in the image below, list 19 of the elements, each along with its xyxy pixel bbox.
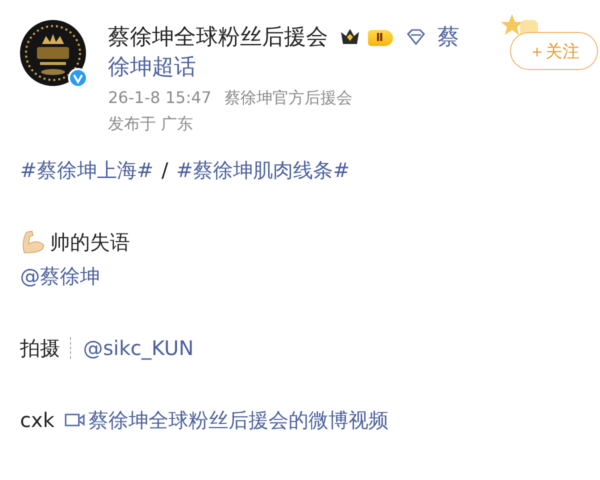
post-source: 蔡徐坤官方后援会 (224, 88, 353, 107)
credit-label: 拍摄 (20, 335, 60, 362)
mention-link[interactable]: @sikc_KUN (83, 333, 194, 363)
video-label: cxk (20, 407, 54, 434)
post-location: 发布于 广东 (108, 113, 194, 135)
video-link[interactable]: 蔡徐坤全球粉丝后援会的微博视频 (88, 405, 388, 435)
hashtag-link[interactable]: #蔡徐坤肌肉线条# (176, 155, 350, 185)
topic-link[interactable]: 徐坤超话 (108, 55, 196, 80)
mention-link[interactable]: @蔡徐坤 (20, 261, 100, 291)
diamond-icon (406, 29, 426, 45)
post-time: 26-1-8 15:47 (108, 88, 212, 107)
separator-text: / (162, 157, 168, 184)
hashtag-link[interactable]: #蔡徐坤上海# (20, 155, 154, 185)
flexed-arm-icon (20, 229, 46, 255)
caption-text: 帅的失语 (50, 229, 130, 256)
video-icon (64, 411, 86, 429)
level-badge: Ⅱ (368, 30, 394, 46)
author-name[interactable]: 蔡徐坤全球粉丝后援会 (108, 25, 328, 50)
topic-link[interactable]: 蔡 (437, 25, 460, 50)
